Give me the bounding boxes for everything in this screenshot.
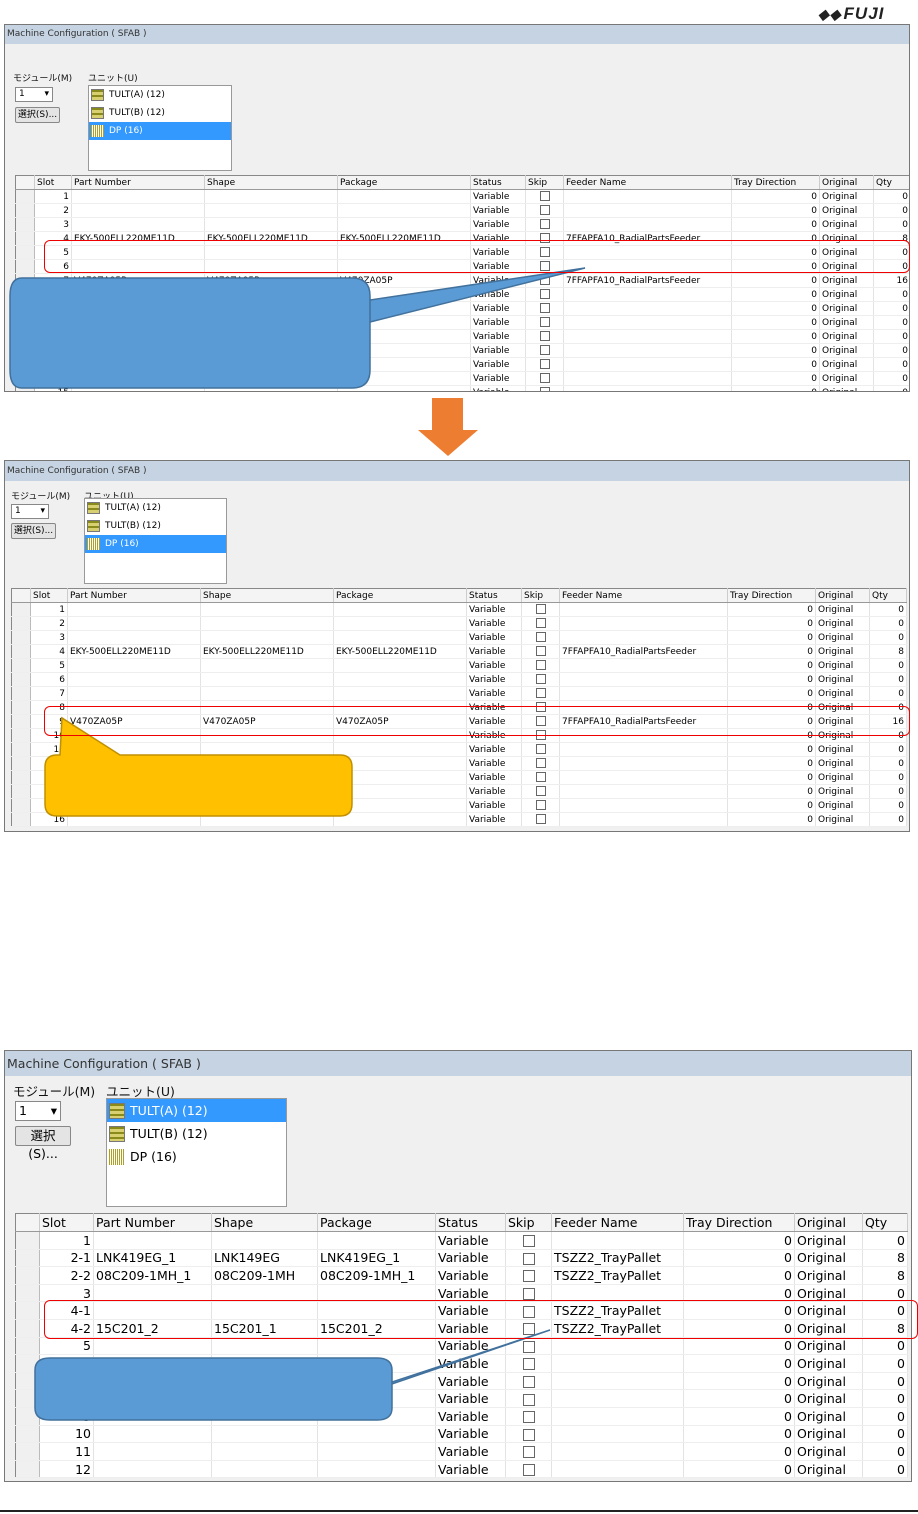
annotations-layer xyxy=(9,267,586,1421)
orange-down-arrow xyxy=(418,398,478,456)
highlight-box-1 xyxy=(44,240,910,273)
footer-divider xyxy=(0,1510,918,1512)
callout-blue-2 xyxy=(34,1329,551,1421)
highlight-box-3 xyxy=(44,1300,918,1339)
callout-blue-1 xyxy=(9,267,586,389)
highlight-box-2 xyxy=(44,706,910,736)
